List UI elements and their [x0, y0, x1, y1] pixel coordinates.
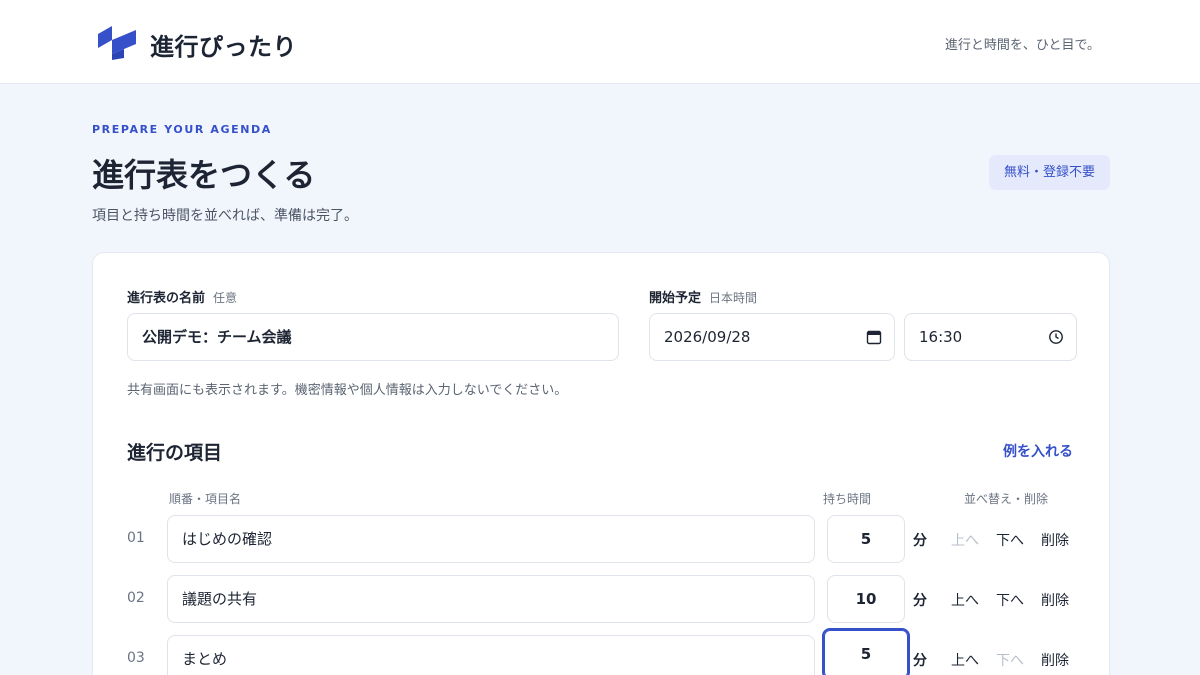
move-down-button[interactable]: 下へ: [996, 590, 1024, 610]
start-date-input[interactable]: 2026/09/28: [649, 313, 895, 361]
start-time-input[interactable]: 16:30: [904, 313, 1077, 361]
minutes-unit: 分: [913, 653, 927, 669]
item-name-input[interactable]: 議題の共有: [167, 575, 815, 623]
delete-button[interactable]: 削除: [1041, 590, 1069, 610]
duration-input[interactable]: 10: [827, 575, 905, 623]
move-up-button[interactable]: 上へ: [951, 590, 979, 610]
brand-name: 進行ぴったり: [150, 33, 297, 61]
delete-button[interactable]: 削除: [1041, 650, 1069, 670]
row-number: 01: [127, 530, 145, 546]
move-up-button[interactable]: 上へ: [951, 530, 979, 550]
minutes-unit: 分: [913, 533, 927, 549]
col-head-name: 順番・項目名: [169, 492, 242, 506]
delete-button[interactable]: 削除: [1041, 530, 1069, 550]
name-optional-hint: 任意: [213, 291, 238, 305]
start-label-text: 開始予定: [649, 291, 702, 306]
eyebrow-label: PREPARE YOUR AGENDA: [92, 123, 272, 136]
free-badge: 無料・登録不要: [989, 155, 1110, 190]
agenda-name-input[interactable]: 公開デモ：チーム会議: [127, 313, 619, 361]
top-bar: 進行ぴったり 進行と時間を、ひと目で。: [0, 0, 1200, 84]
page-title: 進行表をつくる: [92, 156, 316, 194]
calendar-icon[interactable]: [866, 329, 882, 345]
item-name-input[interactable]: まとめ: [167, 635, 815, 675]
move-down-button[interactable]: 下へ: [996, 650, 1024, 670]
logo-icon: [98, 26, 136, 60]
item-name-input[interactable]: はじめの確認: [167, 515, 815, 563]
row-number: 03: [127, 650, 145, 666]
move-up-button[interactable]: 上へ: [951, 650, 979, 670]
insert-example-link[interactable]: 例を入れる: [1003, 441, 1073, 461]
items-section-title: 進行の項目: [127, 442, 223, 464]
privacy-note: 共有画面にも表示されます。機密情報や個人情報は入力しないでください。: [127, 383, 568, 398]
start-field-label: 開始予定 日本時間: [649, 287, 757, 306]
minutes-unit: 分: [913, 593, 927, 609]
name-label-text: 進行表の名前: [127, 291, 206, 306]
date-value: 2026/09/28: [664, 328, 751, 346]
agenda-form-card: 進行表の名前 任意 公開デモ：チーム会議 開始予定 日本時間 2026/09/28 …: [92, 252, 1110, 675]
header-tagline: 進行と時間を、ひと目で。: [944, 38, 1100, 53]
name-field-label: 進行表の名前 任意: [127, 287, 237, 306]
col-head-duration: 持ち時間: [823, 492, 872, 506]
time-value: 16:30: [919, 328, 963, 346]
duration-input-focused[interactable]: 5: [822, 628, 910, 675]
col-head-actions: 並べ替え・削除: [964, 492, 1049, 506]
clock-icon[interactable]: [1048, 329, 1064, 345]
duration-input[interactable]: 5: [827, 515, 905, 563]
timezone-hint: 日本時間: [709, 291, 758, 305]
page-subtitle: 項目と持ち時間を並べれば、準備は完了。: [92, 208, 358, 224]
move-down-button[interactable]: 下へ: [996, 530, 1024, 550]
row-number: 02: [127, 590, 145, 606]
